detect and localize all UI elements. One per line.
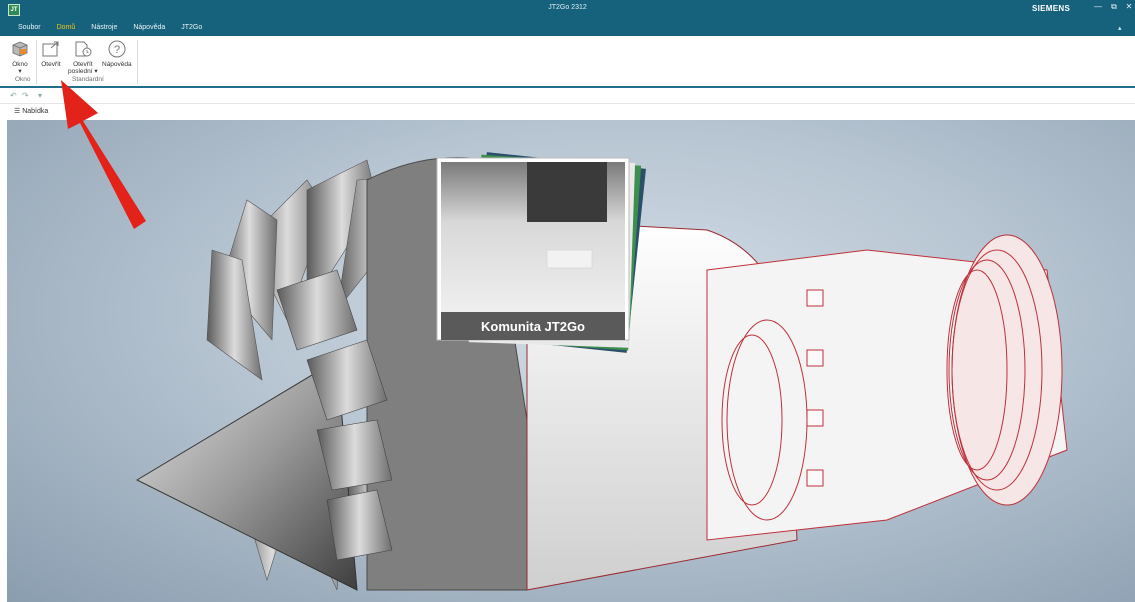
annotation-arrow xyxy=(61,80,146,229)
